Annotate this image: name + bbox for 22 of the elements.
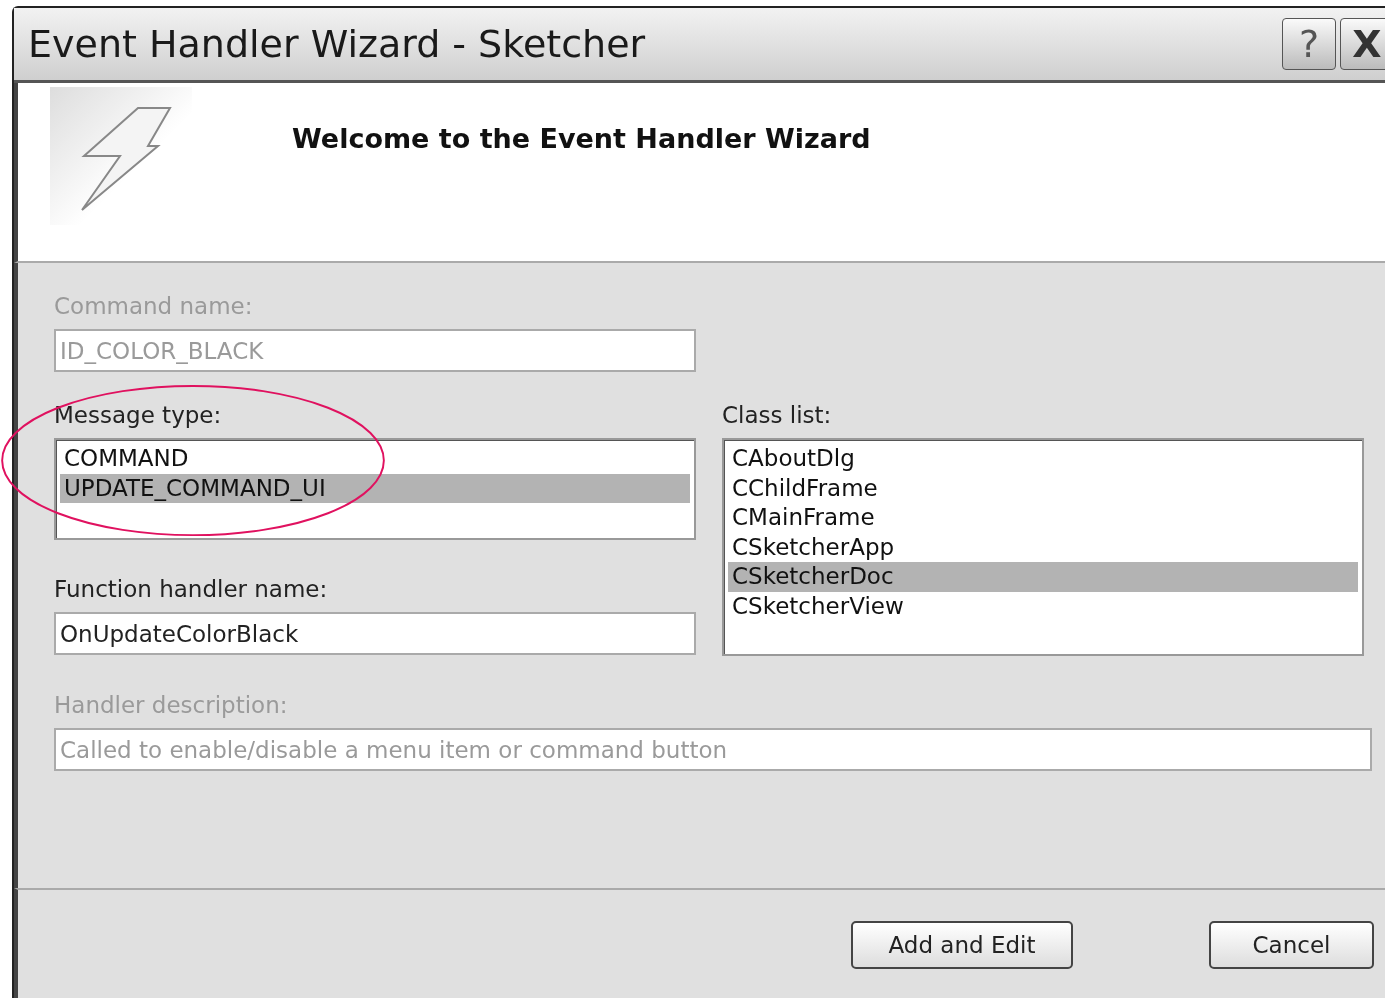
cancel-button[interactable]: Cancel [1209,921,1374,969]
field-label: Handler description: [54,692,289,718]
add-edit-button[interactable]: Add and Edit [851,921,1073,969]
list-item[interactable]: CSketcherView [728,591,1358,621]
list-box[interactable]: CAboutDlg CChildFrame CMainFrame CSketcherApp CSketcherDoc CSketcherView [722,438,1364,656]
list-item[interactable]: CMainFrame [728,503,1358,533]
list-box[interactable]: COMMAND UPDATE_COMMAND_UI [54,438,696,540]
list-item[interactable]: CAboutDlg [728,444,1358,474]
field-label: Command name: [54,293,254,319]
list-item[interactable]: UPDATE_COMMAND_UI [60,473,690,503]
header-title: Welcome to the Event Handler Wizard [292,123,871,154]
field-label: Class list: [722,402,833,428]
handler-name-field[interactable]: OnUpdateColorBlack [54,612,696,655]
close-button[interactable]: X [1340,18,1385,70]
list-item[interactable]: CChildFrame [728,473,1358,503]
field-label: Message type: [54,402,223,428]
list-item[interactable]: COMMAND [60,444,690,474]
window-title: Event Handler Wizard - Sketcher [28,22,646,66]
help-button[interactable]: ? [1282,18,1336,70]
list-item[interactable]: CSketcherApp [728,532,1358,562]
field-label: Function handler name: [54,576,329,602]
list-item[interactable]: CSketcherDoc [728,562,1358,592]
